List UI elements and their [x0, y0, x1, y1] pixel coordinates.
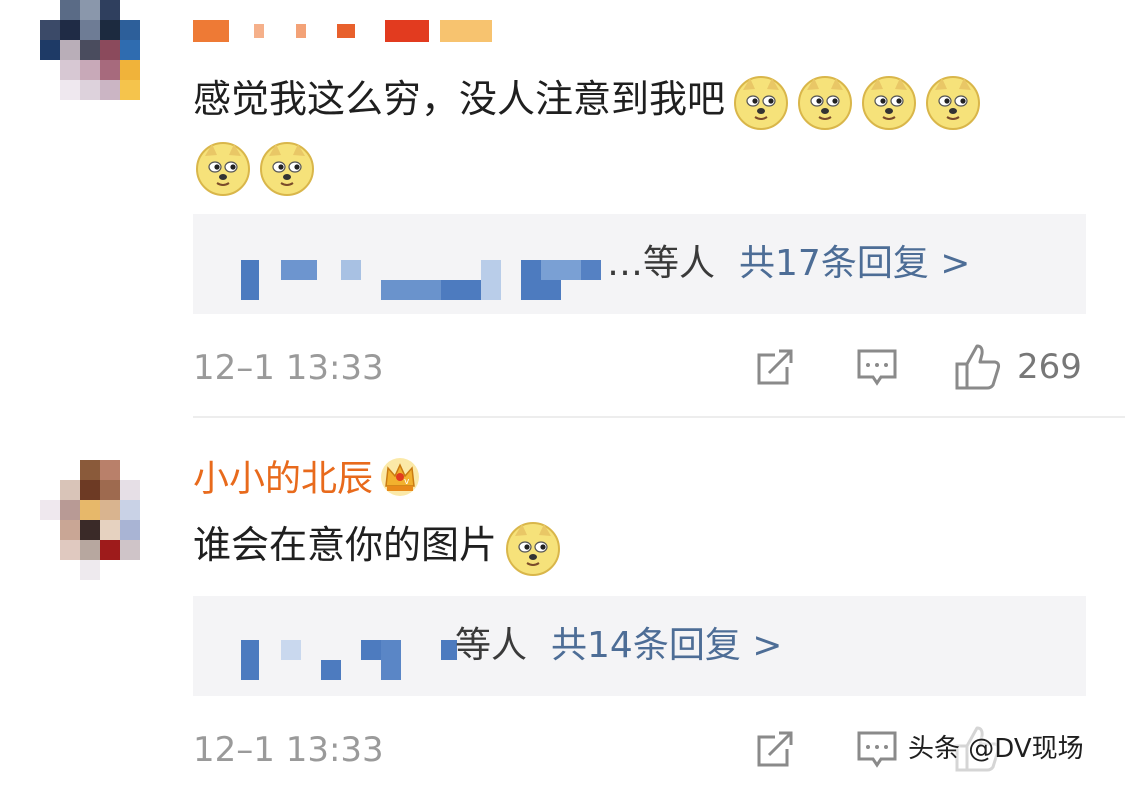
reply-preview[interactable]: 等人 共14条回复 >	[193, 596, 1086, 696]
doge-emoji-icon	[505, 520, 561, 576]
doge-emoji-icon	[797, 74, 853, 130]
doge-emoji-icon	[195, 140, 251, 196]
username-blurred[interactable]	[193, 12, 493, 48]
doge-emoji-icon	[733, 74, 789, 130]
reply-preview[interactable]: …等人 共17条回复 >	[193, 214, 1086, 314]
reply-summary[interactable]: …等人 共17条回复 >	[607, 242, 970, 286]
comment-text-content: 谁会在意你的图片	[193, 523, 498, 567]
reply-users-suffix: …等人	[607, 243, 716, 284]
like-button[interactable]: 269	[953, 342, 1082, 392]
reply-count-link[interactable]: 共14条回复 >	[551, 625, 782, 666]
username-label: 小小的北辰	[193, 458, 374, 500]
svg-text:v: v	[404, 477, 410, 487]
comment-text-content: 感觉我这么穷，没人注意到我吧	[193, 77, 726, 121]
comment-icon	[857, 731, 897, 768]
watermark: 头条 @DV现场	[908, 734, 1084, 764]
thumbs-up-icon	[955, 344, 1001, 390]
comment-icon	[857, 349, 897, 386]
divider	[193, 416, 1125, 418]
doge-emoji-icon	[925, 74, 981, 130]
timestamp: 12–1 13:33	[193, 348, 384, 388]
comment-text: 感觉我这么穷，没人注意到我吧	[193, 66, 1093, 198]
reply-users-suffix: 等人	[455, 625, 528, 666]
share-icon	[757, 731, 793, 767]
reply-count-link[interactable]: 共17条回复 >	[739, 243, 970, 284]
username[interactable]: 小小的北辰 v	[193, 456, 421, 505]
doge-emoji-icon	[259, 140, 315, 196]
comment-button[interactable]	[855, 724, 899, 774]
comment-text: 谁会在意你的图片	[193, 512, 1093, 578]
reply-summary[interactable]: 等人 共14条回复 >	[455, 624, 782, 668]
share-button[interactable]	[753, 342, 797, 392]
comment-meta: 12–1 13:33 269	[193, 342, 1086, 392]
like-count: 269	[1017, 347, 1082, 387]
timestamp: 12–1 13:33	[193, 730, 384, 770]
avatar[interactable]	[40, 0, 162, 122]
crown-icon: v	[379, 456, 421, 505]
avatar[interactable]	[40, 460, 162, 582]
share-button[interactable]	[753, 724, 797, 774]
doge-emoji-icon	[861, 74, 917, 130]
comment-button[interactable]	[855, 342, 899, 392]
share-icon	[757, 349, 793, 385]
